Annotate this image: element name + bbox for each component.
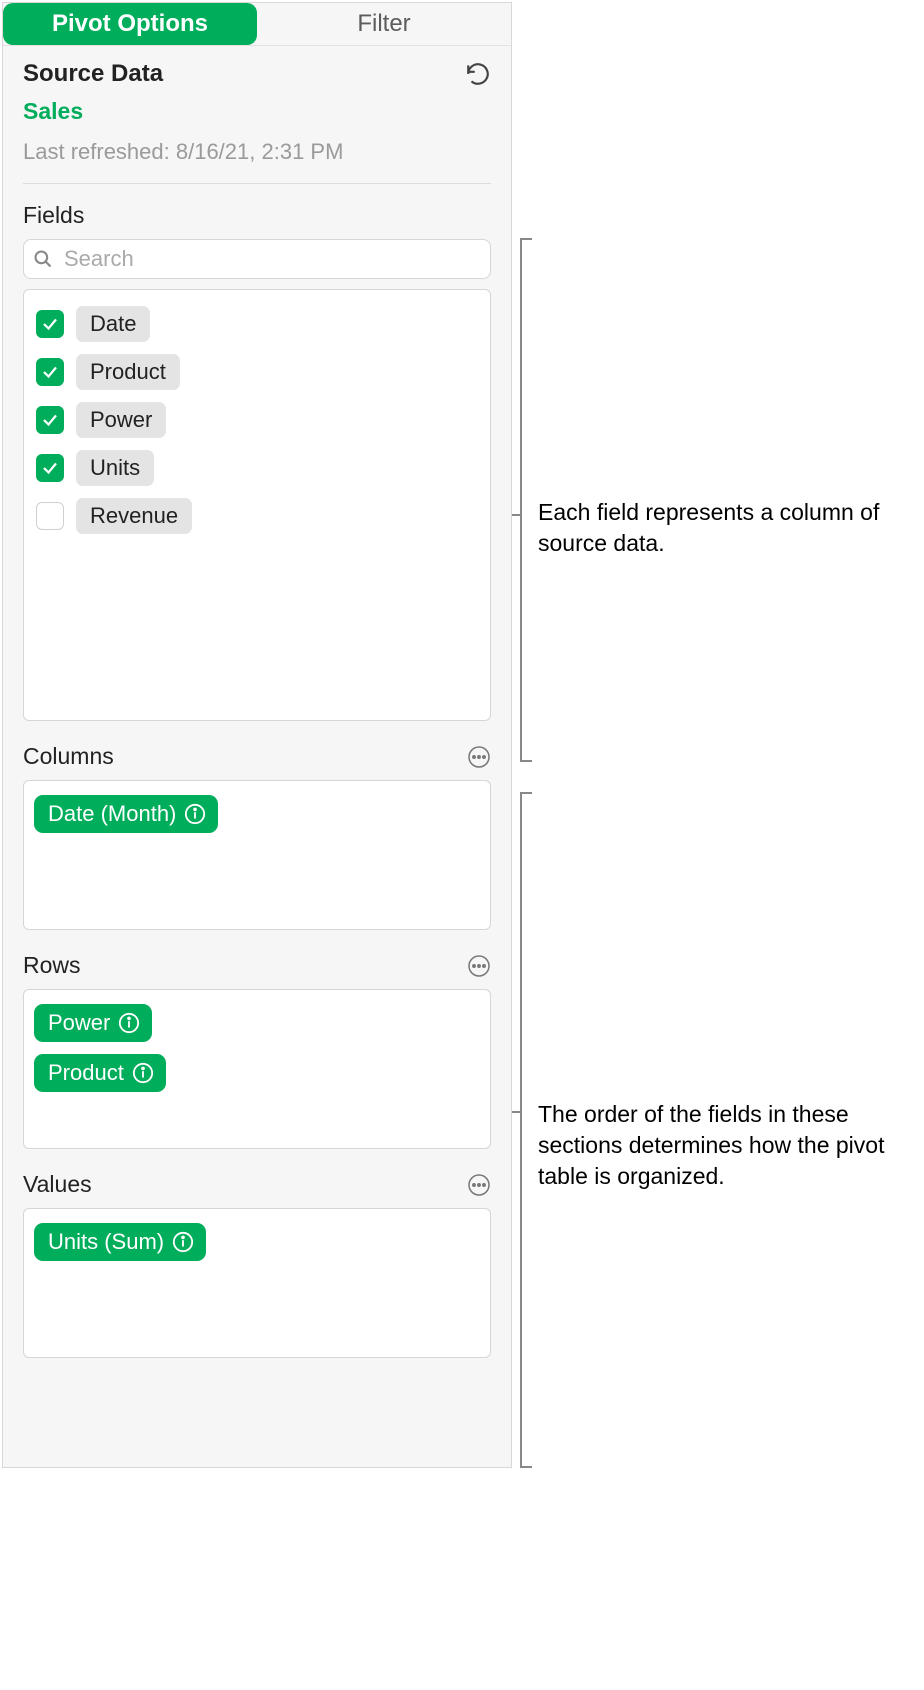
fields-list: Date Product Power Units <box>23 289 491 721</box>
columns-label: Columns <box>23 743 114 770</box>
info-icon[interactable] <box>172 1231 194 1253</box>
values-drop-zone[interactable]: Units (Sum) <box>23 1208 491 1358</box>
checkbox-revenue[interactable] <box>36 502 64 530</box>
more-icon[interactable] <box>467 745 491 769</box>
pivot-panel: Pivot Options Filter Source Data Sales L… <box>2 2 512 1468</box>
divider <box>23 183 491 184</box>
tab-pivot-options[interactable]: Pivot Options <box>3 3 257 45</box>
search-input[interactable] <box>23 239 491 279</box>
more-icon[interactable] <box>467 1173 491 1197</box>
pill-label: Power <box>48 1010 110 1036</box>
field-row-units[interactable]: Units <box>32 444 482 492</box>
search-wrap <box>23 239 491 279</box>
search-icon <box>33 249 53 269</box>
columns-header: Columns <box>23 743 491 770</box>
callout-fields: Each field represents a column of source… <box>538 497 918 559</box>
refresh-icon[interactable] <box>465 61 491 87</box>
columns-drop-zone[interactable]: Date (Month) <box>23 780 491 930</box>
values-header: Values <box>23 1171 491 1198</box>
checkmark-icon <box>41 459 59 477</box>
field-label[interactable]: Product <box>76 354 180 390</box>
rows-header: Rows <box>23 952 491 979</box>
checkbox-date[interactable] <box>36 310 64 338</box>
checkbox-units[interactable] <box>36 454 64 482</box>
field-label[interactable]: Power <box>76 402 166 438</box>
pill-label: Product <box>48 1060 124 1086</box>
checkmark-icon <box>41 411 59 429</box>
pill-label: Units (Sum) <box>48 1229 164 1255</box>
more-icon[interactable] <box>467 954 491 978</box>
fields-label: Fields <box>23 202 491 229</box>
field-label[interactable]: Date <box>76 306 150 342</box>
callout-bracket-sections <box>520 792 522 1468</box>
values-label: Values <box>23 1171 92 1198</box>
tab-filter[interactable]: Filter <box>257 3 511 45</box>
field-row-power[interactable]: Power <box>32 396 482 444</box>
field-row-revenue[interactable]: Revenue <box>32 492 482 540</box>
value-pill-units-sum[interactable]: Units (Sum) <box>34 1223 206 1261</box>
callout-sections: The order of the fields in these section… <box>538 1099 918 1192</box>
source-data-title: Source Data <box>23 60 163 88</box>
pill-label: Date (Month) <box>48 801 176 827</box>
info-icon[interactable] <box>118 1012 140 1034</box>
checkmark-icon <box>41 363 59 381</box>
source-data-section: Source Data Sales Last refreshed: 8/16/2… <box>3 46 511 165</box>
field-label[interactable]: Units <box>76 450 154 486</box>
column-pill-date-month[interactable]: Date (Month) <box>34 795 218 833</box>
callout-bracket-fields <box>520 238 522 762</box>
source-table-name: Sales <box>23 98 491 125</box>
info-icon[interactable] <box>184 803 206 825</box>
rows-drop-zone[interactable]: Power Product <box>23 989 491 1149</box>
tab-bar: Pivot Options Filter <box>3 3 511 46</box>
info-icon[interactable] <box>132 1062 154 1084</box>
row-pill-product[interactable]: Product <box>34 1054 166 1092</box>
checkmark-icon <box>41 315 59 333</box>
rows-label: Rows <box>23 952 81 979</box>
field-label[interactable]: Revenue <box>76 498 192 534</box>
field-row-date[interactable]: Date <box>32 300 482 348</box>
checkbox-power[interactable] <box>36 406 64 434</box>
last-refreshed-label: Last refreshed: 8/16/21, 2:31 PM <box>23 139 491 165</box>
field-row-product[interactable]: Product <box>32 348 482 396</box>
row-pill-power[interactable]: Power <box>34 1004 152 1042</box>
checkbox-product[interactable] <box>36 358 64 386</box>
